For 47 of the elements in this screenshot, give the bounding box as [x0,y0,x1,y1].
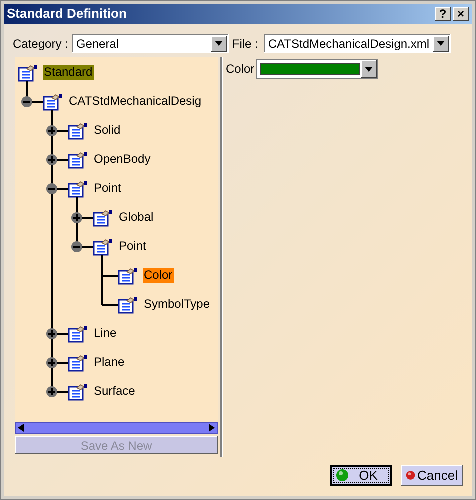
document-icon [93,208,113,226]
document-icon [18,64,38,82]
category-dropdown[interactable]: General [72,34,230,53]
document-icon [118,296,138,314]
collapse-icon[interactable] [71,241,83,253]
document-icon [68,354,88,372]
window-title: Standard Definition [7,5,128,24]
tree-item[interactable]: OpenBody [93,152,152,167]
document-icon [118,266,138,284]
help-button[interactable]: ? [435,7,451,21]
color-label: Color [226,61,255,78]
collapse-icon[interactable] [46,183,58,195]
horizontal-scrollbar[interactable] [15,422,218,434]
cancel-button[interactable]: Cancel [401,465,463,486]
collapse-icon[interactable] [21,96,33,108]
document-icon [68,180,88,198]
expand-icon[interactable] [71,212,83,224]
ball-icon [336,469,349,482]
expand-icon[interactable] [46,357,58,369]
tree-item[interactable]: Surface [93,384,136,399]
document-icon [68,122,88,140]
document-icon [93,238,113,256]
tree-item[interactable]: Solid [93,123,122,138]
expand-icon[interactable] [46,154,58,166]
tree-item[interactable]: Plane [93,355,126,370]
ok-button[interactable]: OK [330,465,392,486]
document-icon [68,150,88,168]
tree-item[interactable]: Line [93,326,118,341]
file-label: File : [232,36,258,52]
document-icon [43,92,63,110]
tree-item[interactable]: Point [93,181,122,196]
color-dropdown[interactable] [256,59,378,79]
expand-icon[interactable] [46,125,58,137]
tree-item[interactable]: CATStdMechanicalDesig [68,94,202,109]
tree-item[interactable]: Point [118,239,148,254]
category-label: Category : [13,36,68,52]
document-icon [68,382,88,400]
expand-icon[interactable] [46,328,58,340]
close-button[interactable]: × [453,7,469,21]
file-dropdown[interactable]: CATStdMechanicalDesign.xml [264,34,451,53]
tree-item[interactable]: Global [118,210,155,225]
tree-item[interactable]: Color [143,268,174,283]
tree-item[interactable]: Standard [43,65,94,80]
expand-icon[interactable] [46,386,58,398]
ball-icon [406,469,416,482]
tree-item[interactable]: SymbolType [143,297,212,312]
document-icon [68,324,88,342]
